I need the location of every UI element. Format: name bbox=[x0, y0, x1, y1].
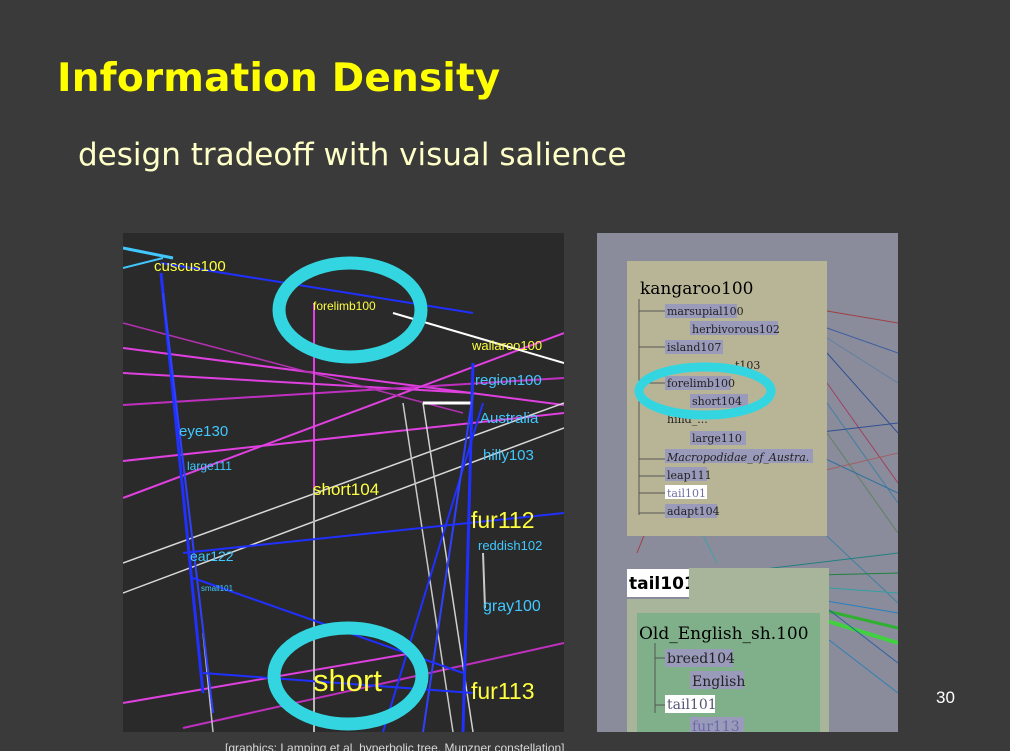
tree-item-island: island107 bbox=[667, 341, 721, 354]
bottom-tree-item-breed: breed104 bbox=[667, 651, 735, 667]
tree-item-tail101: tail101 bbox=[667, 487, 706, 500]
node-label-region: region100 bbox=[475, 372, 542, 389]
node-label-short: short bbox=[313, 663, 382, 698]
bottom-tree-item-english: English bbox=[692, 674, 745, 690]
node-label-australia: Australia bbox=[480, 410, 539, 427]
node-label-gray: gray100 bbox=[483, 598, 541, 615]
tree-item-macropodidae: Macropodidae_of_Austra. bbox=[666, 451, 809, 464]
old-english-box-title: Old_English_sh.100 bbox=[639, 624, 809, 644]
node-label-large: large111 bbox=[187, 459, 232, 473]
node-label-eye: eye130 bbox=[179, 423, 228, 440]
node-label-small: small101 bbox=[201, 584, 234, 593]
tree-item-marsupial: marsupial100 bbox=[667, 305, 744, 318]
slide-subtitle: design tradeoff with visual salience bbox=[78, 137, 627, 173]
node-label-reddish: reddish102 bbox=[478, 538, 542, 553]
boxed-graph-panel: kangaroo100 marsupial100 herbivorous102 … bbox=[597, 233, 898, 732]
kangaroo-box-title: kangaroo100 bbox=[640, 279, 753, 299]
node-label-short104: short104 bbox=[313, 480, 379, 499]
slide-title: Information Density bbox=[57, 56, 501, 101]
node-label-cuscus: cuscus100 bbox=[154, 258, 226, 275]
node-label-fur112: fur112 bbox=[471, 507, 535, 533]
tree-item-forelimb: forelimb100 bbox=[667, 377, 735, 390]
tree-item-leap: leap111 bbox=[667, 469, 712, 482]
dense-graph-svg: cuscus100 forelimb100 wallaroo100 region… bbox=[123, 246, 564, 732]
bottom-tree-item-tail101: tail101 bbox=[667, 697, 717, 713]
node-label-wallaroo: wallaroo100 bbox=[471, 338, 542, 353]
tail-label: tail101 bbox=[629, 574, 696, 594]
node-label-ear: ear122 bbox=[190, 548, 234, 564]
boxed-graph-svg: kangaroo100 marsupial100 herbivorous102 … bbox=[627, 261, 898, 732]
tree-item-large110: large110 bbox=[692, 432, 742, 445]
tree-item-short104: short104 bbox=[692, 395, 742, 408]
node-label-hilly: hilly103 bbox=[483, 447, 534, 464]
dense-graph-panel: cuscus100 forelimb100 wallaroo100 region… bbox=[123, 233, 564, 732]
node-label-fur113: fur113 bbox=[471, 678, 535, 704]
node-label-forelimb: forelimb100 bbox=[313, 299, 376, 313]
tree-item-adapt: adapt104 bbox=[667, 505, 720, 518]
page-number: 30 bbox=[936, 688, 955, 707]
tree-item-herbivorous: herbivorous102 bbox=[692, 323, 780, 336]
bottom-tree-item-fur113: fur113 bbox=[692, 719, 740, 732]
